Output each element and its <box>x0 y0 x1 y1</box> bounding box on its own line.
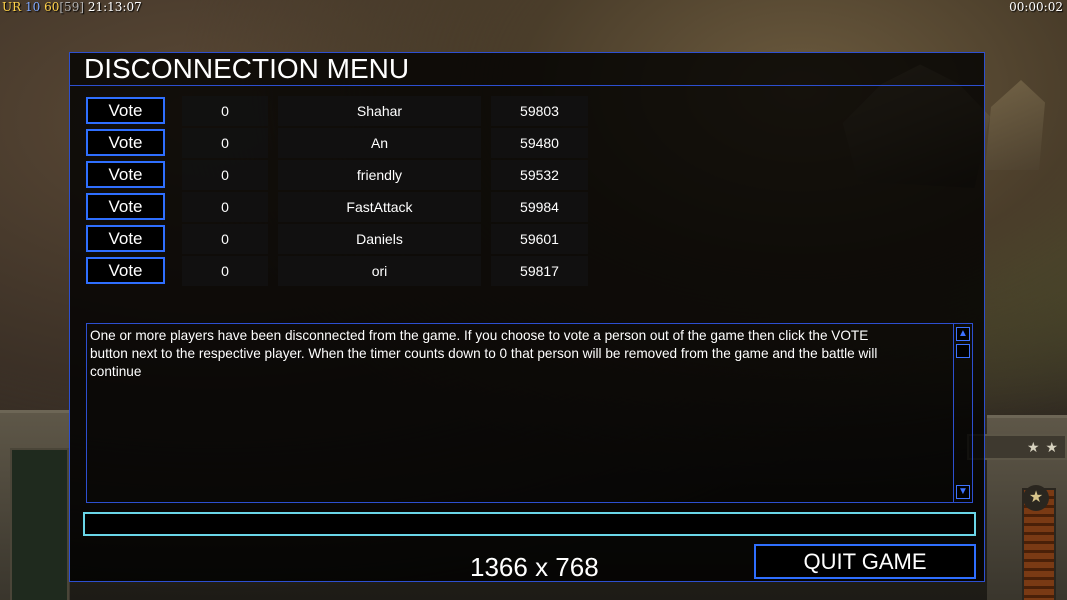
vote-button[interactable]: Vote <box>86 97 165 124</box>
vote-count: 0 <box>182 256 268 286</box>
hud-part-3: [59] <box>59 0 85 14</box>
vote-button[interactable]: Vote <box>86 193 165 220</box>
chat-input[interactable] <box>83 512 976 536</box>
player-name: Shahar <box>278 96 481 126</box>
radar-screen <box>10 448 69 600</box>
player-ping: 59532 <box>491 160 588 190</box>
dialog-title: DISCONNECTION MENU <box>84 53 410 84</box>
player-ping: 59817 <box>491 256 588 286</box>
player-ping: 59803 <box>491 96 588 126</box>
resolution-label: 1366 x 768 <box>470 552 599 582</box>
player-name: Daniels <box>278 224 481 254</box>
dialog-header: DISCONNECTION MENU <box>70 53 984 86</box>
player-name: ori <box>278 256 481 286</box>
player-name: FastAttack <box>278 192 481 222</box>
player-ping: 59601 <box>491 224 588 254</box>
vote-count: 0 <box>182 128 268 158</box>
vote-button[interactable]: Vote <box>86 257 165 284</box>
scroll-down-icon[interactable]: ▼ <box>956 485 970 499</box>
command-bar-right: ★ ★ ★ <box>967 415 1067 600</box>
vote-count: 0 <box>182 160 268 190</box>
scroll-thumb[interactable] <box>956 344 970 358</box>
vote-count: 0 <box>182 192 268 222</box>
player-ping: 59984 <box>491 192 588 222</box>
game-timer: 00:00:02 <box>1009 0 1063 14</box>
quit-game-button[interactable]: QUIT GAME <box>754 544 976 579</box>
vote-count: 0 <box>182 224 268 254</box>
hud-clock: 21:13:07 <box>87 0 142 14</box>
hud-part-2: 60 <box>44 0 60 14</box>
vote-button[interactable]: Vote <box>86 129 165 156</box>
disconnection-dialog: DISCONNECTION MENU Vote 0 Shahar 59803 V… <box>69 52 985 582</box>
scroll-up-icon[interactable]: ▲ <box>956 327 970 341</box>
message-text: One or more players have been disconnect… <box>90 328 878 379</box>
message-scrollbar[interactable]: ▲ ▼ <box>953 324 972 502</box>
hud-stats: UR 10 60[59] 21:13:07 <box>2 0 142 14</box>
message-box: One or more players have been disconnect… <box>86 323 973 503</box>
vote-count: 0 <box>182 96 268 126</box>
player-name: friendly <box>278 160 481 190</box>
vote-button[interactable]: Vote <box>86 225 165 252</box>
vote-button[interactable]: Vote <box>86 161 165 188</box>
command-bar-left <box>0 410 70 600</box>
hud-part-0: UR <box>2 0 22 14</box>
player-ping: 59480 <box>491 128 588 158</box>
background-tower <box>985 80 1045 170</box>
hud-part-1: 10 <box>24 0 41 14</box>
general-emblem-icon: ★ <box>1023 485 1049 511</box>
player-name: An <box>278 128 481 158</box>
